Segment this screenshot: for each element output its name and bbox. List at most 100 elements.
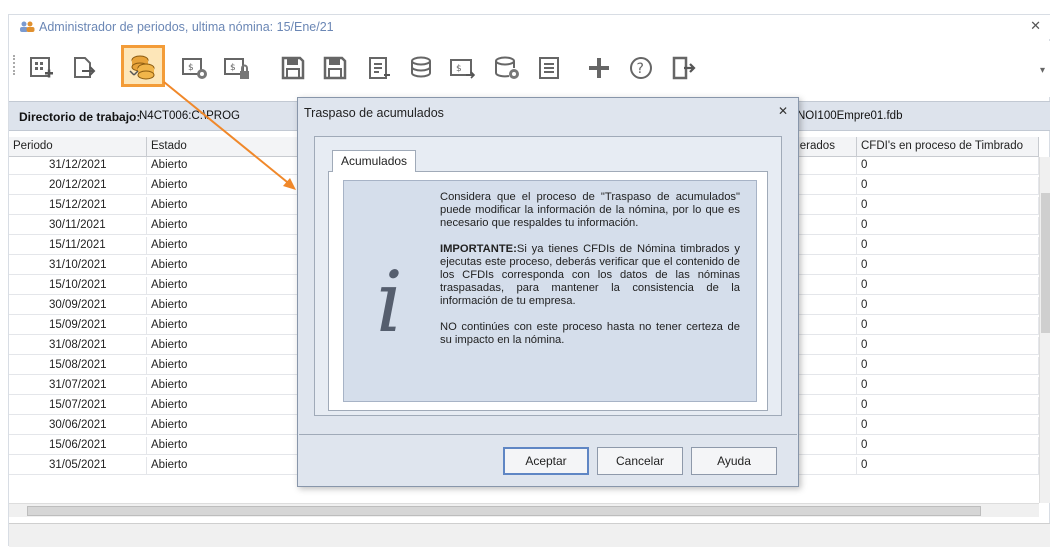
cell-cfdi: 0 — [857, 217, 1039, 235]
cell-estado: Abierto — [147, 437, 309, 455]
cell-cfdi: 0 — [857, 177, 1039, 195]
document-icon — [539, 57, 559, 79]
calc-settings-button[interactable]: $ — [177, 51, 213, 85]
calc-lock-icon: $ — [224, 58, 249, 79]
dialog-button-bar: Aceptar Cancelar Ayuda — [299, 434, 797, 486]
svg-text:$: $ — [456, 64, 462, 74]
save-icon — [281, 56, 305, 80]
accept-button[interactable]: Aceptar — [503, 447, 589, 475]
calc-lock-button[interactable]: $ — [219, 51, 255, 85]
cell-periodo: 30/11/2021 — [9, 217, 147, 235]
cancel-button[interactable]: Cancelar — [597, 447, 683, 475]
info-message: Considera que el proceso de "Traspaso de… — [440, 191, 740, 359]
report-icon — [369, 57, 390, 79]
window-title: Administrador de periodos, ultima nómina… — [39, 20, 334, 34]
info-paragraph-3: NO continúes con este proceso hasta no t… — [440, 320, 740, 346]
window-close-icon[interactable]: ✕ — [1030, 18, 1041, 34]
cell-cfdi: 0 — [857, 257, 1039, 275]
cell-estado: Abierto — [147, 297, 309, 315]
info-icon: i — [376, 253, 403, 351]
cell-cfdi: 0 — [857, 457, 1039, 475]
dialog-close-icon[interactable]: ✕ — [778, 104, 788, 118]
horizontal-scrollbar[interactable] — [9, 503, 1039, 517]
traspaso-dialog: Traspaso de acumulados ✕ Acumulados i Co… — [297, 97, 799, 487]
receipt-button[interactable]: $ — [445, 51, 481, 85]
column-header-periodo[interactable]: Periodo — [9, 137, 147, 157]
working-directory-label: Directorio de trabajo: — [19, 110, 141, 124]
cell-periodo: 15/11/2021 — [9, 237, 147, 255]
database-button[interactable] — [403, 51, 439, 85]
cell-estado: Abierto — [147, 397, 309, 415]
cell-cfdi: 0 — [857, 237, 1039, 255]
export-button[interactable] — [65, 51, 101, 85]
add-button[interactable] — [581, 51, 617, 85]
traspaso-acumulados-button[interactable] — [121, 45, 165, 87]
cell-cfdi: 0 — [857, 297, 1039, 315]
cell-estado: Abierto — [147, 277, 309, 295]
toolbar-overflow-icon[interactable]: ▾ — [1040, 65, 1045, 76]
save-as-button[interactable] — [317, 51, 353, 85]
toolbar: $ $ $ ? ▾ — [9, 41, 1050, 97]
cell-periodo: 31/08/2021 — [9, 337, 147, 355]
cell-periodo: 30/09/2021 — [9, 297, 147, 315]
cell-periodo: 15/07/2021 — [9, 397, 147, 415]
cell-estado: Abierto — [147, 417, 309, 435]
exit-button[interactable] — [665, 51, 701, 85]
vertical-scroll-thumb[interactable] — [1041, 193, 1050, 333]
cell-estado: Abierto — [147, 177, 309, 195]
cell-estado: Abierto — [147, 237, 309, 255]
cell-cfdi: 0 — [857, 437, 1039, 455]
column-header-cfdi-timbrado[interactable]: CFDI's en proceso de Timbrado — [857, 137, 1039, 157]
cell-estado: Abierto — [147, 157, 309, 175]
cell-cfdi: 0 — [857, 357, 1039, 375]
users-icon — [20, 21, 35, 32]
cell-estado: Abierto — [147, 357, 309, 375]
status-bar — [9, 523, 1050, 547]
db-settings-icon — [495, 56, 519, 79]
save-as-icon — [323, 56, 347, 80]
database-file-value: 01\NOI100Empre01.fdb — [781, 110, 903, 122]
db-settings-button[interactable] — [489, 51, 525, 85]
vertical-scrollbar[interactable] — [1039, 157, 1050, 503]
cell-cfdi: 0 — [857, 397, 1039, 415]
cell-estado: Abierto — [147, 317, 309, 335]
cell-estado: Abierto — [147, 377, 309, 395]
save-button[interactable] — [275, 51, 311, 85]
receipt-icon: $ — [450, 59, 476, 79]
cell-cfdi: 0 — [857, 317, 1039, 335]
traspaso-acumulados-icon — [129, 55, 155, 80]
column-header-estado[interactable]: Estado — [147, 137, 309, 157]
cell-cfdi: 0 — [857, 197, 1039, 215]
add-period-icon — [30, 57, 53, 78]
cell-periodo: 15/08/2021 — [9, 357, 147, 375]
cell-estado: Abierto — [147, 197, 309, 215]
help-dialog-button[interactable]: Ayuda — [691, 447, 777, 475]
important-label: IMPORTANTE: — [440, 242, 517, 255]
svg-text:$: $ — [188, 63, 194, 73]
help-icon: ? — [630, 57, 652, 79]
cell-periodo: 31/12/2021 — [9, 157, 147, 175]
svg-text:?: ? — [637, 61, 644, 77]
cell-periodo: 20/12/2021 — [9, 177, 147, 195]
document-button[interactable] — [531, 51, 567, 85]
title-bar: Administrador de periodos, ultima nómina… — [9, 15, 1050, 39]
cell-estado: Abierto — [147, 457, 309, 475]
info-box: i Considera que el proceso de "Traspaso … — [343, 180, 757, 402]
tab-acumulados[interactable]: Acumulados — [332, 150, 417, 172]
cell-estado: Abierto — [147, 337, 309, 355]
cell-periodo: 30/06/2021 — [9, 417, 147, 435]
report-button[interactable] — [361, 51, 397, 85]
toolbar-grip[interactable] — [13, 55, 17, 75]
add-period-button[interactable] — [23, 51, 59, 85]
help-button[interactable]: ? — [623, 51, 659, 85]
working-directory-value: N4CT006:C:\PROG — [139, 110, 240, 122]
cell-periodo: 15/10/2021 — [9, 277, 147, 295]
database-icon — [411, 56, 431, 78]
cell-periodo: 31/10/2021 — [9, 257, 147, 275]
add-icon — [589, 58, 609, 78]
export-icon — [74, 57, 96, 78]
info-paragraph-1: Considera que el proceso de "Traspaso de… — [440, 191, 740, 230]
horizontal-scroll-thumb[interactable] — [27, 506, 981, 516]
cell-cfdi: 0 — [857, 417, 1039, 435]
exit-icon — [672, 56, 696, 80]
